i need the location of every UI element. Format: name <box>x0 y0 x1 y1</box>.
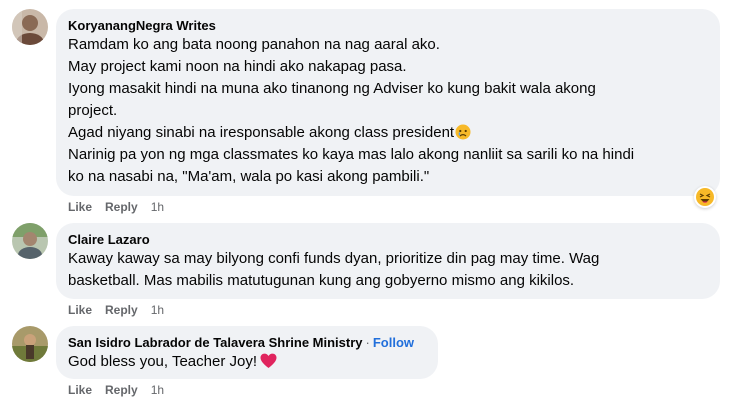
follow-button[interactable]: Follow <box>373 335 414 350</box>
avatar[interactable] <box>12 9 48 45</box>
comment-actions: Like Reply 1h <box>68 383 177 397</box>
comment-author[interactable]: San Isidro Labrador de Talavera Shrine M… <box>68 335 363 350</box>
comment-line-text: God bless you, Teacher Joy! <box>68 353 257 370</box>
comment-bubble: San Isidro Labrador de Talavera Shrine M… <box>56 326 438 379</box>
comment-line: Iyong masakit hindi na muna ako tinanong… <box>68 80 596 97</box>
avatar[interactable] <box>12 223 48 259</box>
comment-bubble: KoryanangNegra Writes Ramdam ko ang bata… <box>56 9 720 196</box>
like-button[interactable]: Like <box>68 383 92 397</box>
comment-line: May project kami noon na hindi ako nakap… <box>68 58 407 75</box>
reply-button[interactable]: Reply <box>105 200 138 214</box>
avatar[interactable] <box>12 326 48 362</box>
like-button[interactable]: Like <box>68 200 92 214</box>
comment-line: ko na nasabi na, "Ma'am, wala po kasi ak… <box>68 168 430 185</box>
comment-line: basketball. Mas mabilis matutugunan kung… <box>68 272 575 289</box>
comment-line: Agad niyang sinabi na iresponsable akong… <box>68 122 708 144</box>
reply-button[interactable]: Reply <box>105 303 138 317</box>
comment-author-row: San Isidro Labrador de Talavera Shrine M… <box>68 334 426 351</box>
timestamp[interactable]: 1h <box>151 383 164 397</box>
timestamp[interactable]: 1h <box>151 303 164 317</box>
comment-author[interactable]: KoryanangNegra Writes <box>68 17 708 34</box>
comment-actions: Like Reply 1h <box>68 200 177 214</box>
comment-line-text: Agad niyang sinabi na iresponsable akong… <box>68 124 455 141</box>
separator-dot: · <box>365 335 370 350</box>
comment-line: project. <box>68 102 118 119</box>
comment-bubble: Claire Lazaro Kaway kaway sa may bilyong… <box>56 223 720 299</box>
sad-face-emoji-icon <box>455 124 471 140</box>
heart-emoji-icon <box>260 353 277 368</box>
comment-line: Kaway kaway sa may bilyong confi funds d… <box>68 250 600 267</box>
reaction-badge[interactable] <box>694 186 716 208</box>
comment-author[interactable]: Claire Lazaro <box>68 231 708 248</box>
comment-line: God bless you, Teacher Joy! <box>68 351 426 373</box>
haha-emoji-icon <box>696 188 714 206</box>
comment-actions: Like Reply 1h <box>68 303 177 317</box>
reply-button[interactable]: Reply <box>105 383 138 397</box>
like-button[interactable]: Like <box>68 303 92 317</box>
comment-line: Ramdam ko ang bata noong panahon na nag … <box>68 36 440 53</box>
timestamp[interactable]: 1h <box>151 200 164 214</box>
comment-line: Narinig pa yon ng mga classmates ko kaya… <box>68 146 635 163</box>
